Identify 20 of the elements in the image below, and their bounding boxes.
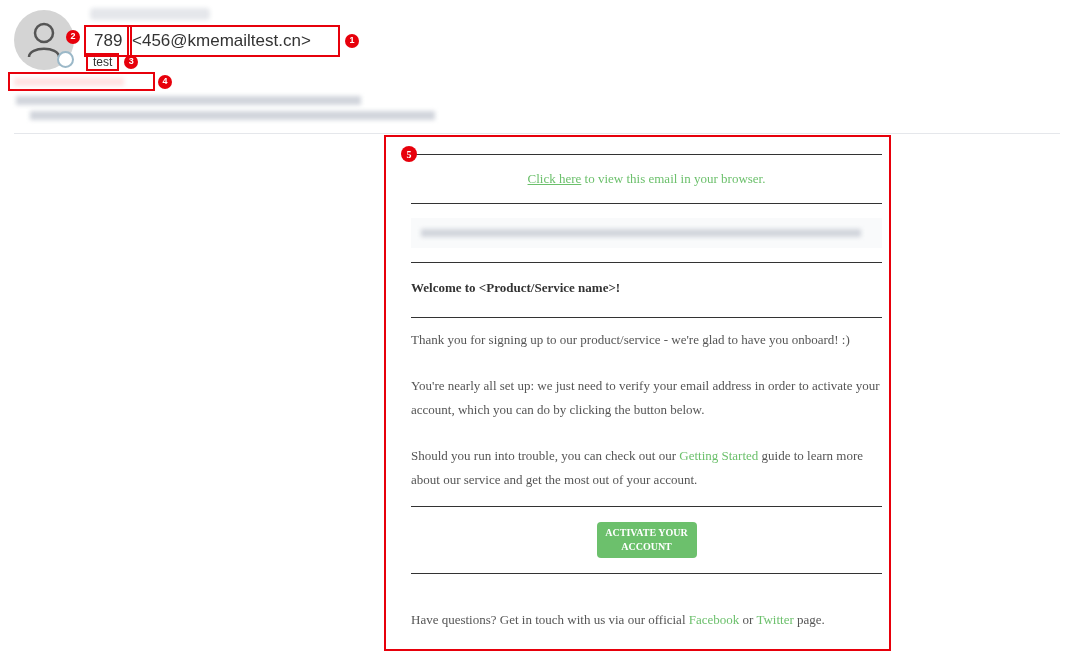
link[interactable]: Getting Started	[679, 448, 759, 463]
annotation-number: 2	[66, 30, 80, 44]
paragraph: You're nearly all set up: we just need to verify your email address in order to activate your account, which you can do by clicking the button below.	[411, 377, 881, 419]
sender-name: 789	[84, 25, 133, 57]
welcome-heading: Welcome to <Product/Service name>!	[411, 278, 622, 297]
annotation-number: 5	[401, 146, 417, 162]
annotation-number: 4	[158, 74, 172, 89]
annotation-number: 1	[345, 33, 359, 48]
link[interactable]: Twitter	[756, 612, 794, 627]
footer-text: Have questions? Get in touch with us via our official Facebook or Twitter page.	[411, 611, 826, 629]
activate-account-button[interactable]: ACTIVATE YOUR ACCOUNT	[596, 522, 697, 558]
person-icon	[27, 22, 61, 58]
paragraph: Thank you for signing up to our product/service - we're glad to have you onboard! :)	[411, 331, 851, 349]
recipient: test	[86, 53, 120, 71]
annotation-number: 3	[124, 55, 139, 69]
browser-view-text: Click here to view this email in your browser.	[526, 170, 767, 188]
link[interactable]: Facebook	[688, 612, 740, 627]
link[interactable]: Click here	[527, 171, 582, 186]
paragraph: Should you run into trouble, you can check out our Getting Started guide to learn more about our service and get the most out of your account.	[411, 447, 865, 489]
sender-email: <456@kmemailtest.cn>	[127, 25, 340, 57]
